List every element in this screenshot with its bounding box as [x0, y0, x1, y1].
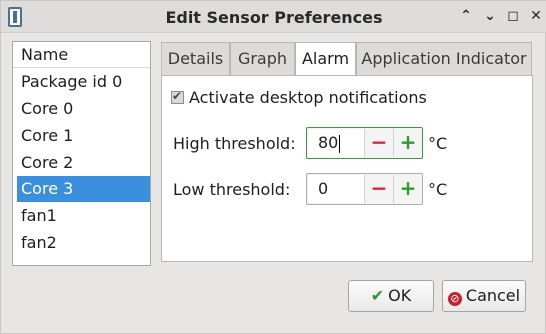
low-threshold-label: Low threshold: [173, 180, 291, 199]
list-item[interactable]: Core 0 [17, 96, 150, 122]
list-item[interactable]: Core 2 [17, 150, 150, 176]
list-item-selected[interactable]: Core 3 [17, 176, 150, 202]
dialog-window: Edit Sensor Preferences ⌃ ⌄ ◻ ✕ Name Pac… [0, 0, 546, 334]
ok-button[interactable]: ✔ OK [348, 280, 434, 312]
list-item[interactable]: fan1 [17, 203, 150, 229]
list-header-name[interactable]: Name [13, 42, 150, 68]
high-threshold-input[interactable]: 80 [308, 129, 364, 157]
low-increment-button[interactable]: + [393, 175, 422, 203]
high-threshold-spinbox[interactable]: 80 − + [306, 127, 423, 159]
close-icon[interactable]: ✕ [527, 7, 545, 25]
low-decrement-button[interactable]: − [364, 175, 393, 203]
tab-details[interactable]: Details [161, 42, 230, 75]
list-item[interactable]: fan2 [17, 230, 150, 256]
tab-application-indicator[interactable]: Application Indicator [356, 42, 532, 75]
notifications-label[interactable]: Activate desktop notifications [189, 88, 427, 107]
check-icon: ✔ [370, 286, 385, 305]
low-unit-label: °C [428, 180, 448, 199]
cancel-icon: ⊘ [447, 292, 462, 306]
low-threshold-spinbox[interactable]: 0 − + [306, 173, 423, 205]
tab-graph[interactable]: Graph [230, 42, 295, 75]
cancel-label: Cancel [465, 286, 521, 305]
maximize-icon[interactable]: ◻ [504, 7, 522, 25]
high-decrement-button[interactable]: − [364, 129, 393, 157]
low-threshold-input[interactable]: 0 [308, 175, 364, 203]
list-item[interactable]: Core 1 [17, 123, 150, 149]
cancel-button[interactable]: ⊘ Cancel [442, 280, 526, 312]
high-increment-button[interactable]: + [393, 129, 422, 157]
chevron-up-icon[interactable]: ⌃ [457, 7, 475, 25]
high-unit-label: °C [428, 134, 448, 153]
title-bar[interactable]: Edit Sensor Preferences ⌃ ⌄ ◻ ✕ [1, 1, 546, 33]
ok-label: OK [388, 286, 412, 305]
high-threshold-label: High threshold: [173, 134, 296, 153]
chevron-down-icon[interactable]: ⌄ [481, 7, 499, 25]
tab-alarm[interactable]: Alarm [295, 42, 356, 77]
notifications-checkbox[interactable] [171, 89, 184, 104]
list-item[interactable]: Package id 0 [17, 69, 150, 95]
sensor-list[interactable]: Name Package id 0 Core 0 Core 1 Core 2 C… [12, 41, 151, 266]
